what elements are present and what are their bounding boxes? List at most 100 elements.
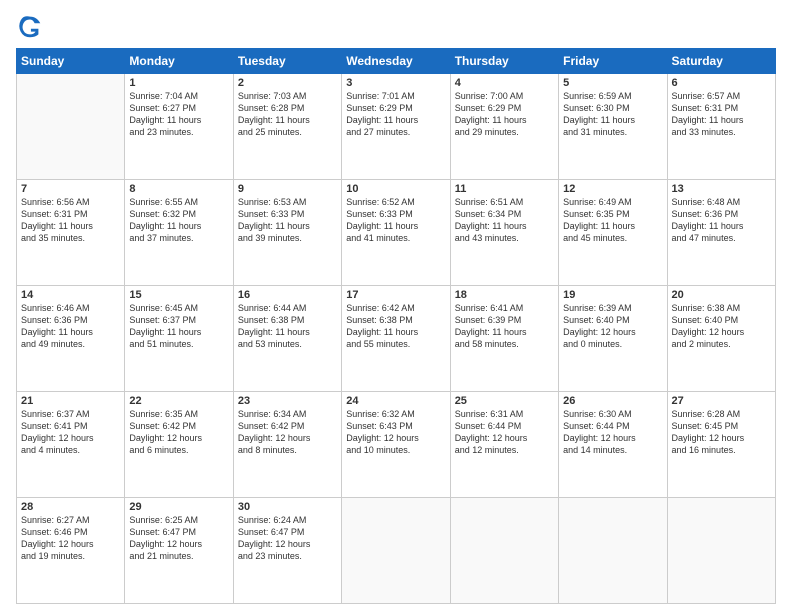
day-number: 5 xyxy=(563,77,662,89)
header xyxy=(16,12,776,40)
day-number: 25 xyxy=(455,395,554,407)
calendar-body: 1Sunrise: 7:04 AM Sunset: 6:27 PM Daylig… xyxy=(17,74,776,604)
day-number: 30 xyxy=(238,501,337,513)
calendar-cell: 21Sunrise: 6:37 AM Sunset: 6:41 PM Dayli… xyxy=(17,392,125,498)
calendar-cell: 19Sunrise: 6:39 AM Sunset: 6:40 PM Dayli… xyxy=(559,286,667,392)
day-info: Sunrise: 6:51 AM Sunset: 6:34 PM Dayligh… xyxy=(455,196,554,245)
day-number: 28 xyxy=(21,501,120,513)
calendar-cell: 25Sunrise: 6:31 AM Sunset: 6:44 PM Dayli… xyxy=(450,392,558,498)
day-number: 12 xyxy=(563,183,662,195)
calendar-cell: 18Sunrise: 6:41 AM Sunset: 6:39 PM Dayli… xyxy=(450,286,558,392)
day-number: 21 xyxy=(21,395,120,407)
calendar-cell: 5Sunrise: 6:59 AM Sunset: 6:30 PM Daylig… xyxy=(559,74,667,180)
logo-icon xyxy=(16,12,44,40)
day-info: Sunrise: 6:27 AM Sunset: 6:46 PM Dayligh… xyxy=(21,514,120,563)
day-info: Sunrise: 6:49 AM Sunset: 6:35 PM Dayligh… xyxy=(563,196,662,245)
day-info: Sunrise: 6:42 AM Sunset: 6:38 PM Dayligh… xyxy=(346,302,445,351)
day-number: 20 xyxy=(672,289,771,301)
header-day-saturday: Saturday xyxy=(667,49,775,74)
day-info: Sunrise: 6:57 AM Sunset: 6:31 PM Dayligh… xyxy=(672,90,771,139)
calendar-cell: 12Sunrise: 6:49 AM Sunset: 6:35 PM Dayli… xyxy=(559,180,667,286)
day-number: 23 xyxy=(238,395,337,407)
header-row: SundayMondayTuesdayWednesdayThursdayFrid… xyxy=(17,49,776,74)
day-number: 6 xyxy=(672,77,771,89)
day-info: Sunrise: 6:30 AM Sunset: 6:44 PM Dayligh… xyxy=(563,408,662,457)
calendar-cell: 30Sunrise: 6:24 AM Sunset: 6:47 PM Dayli… xyxy=(233,498,341,604)
calendar-cell: 24Sunrise: 6:32 AM Sunset: 6:43 PM Dayli… xyxy=(342,392,450,498)
calendar-cell: 1Sunrise: 7:04 AM Sunset: 6:27 PM Daylig… xyxy=(125,74,233,180)
calendar-cell xyxy=(450,498,558,604)
day-number: 18 xyxy=(455,289,554,301)
calendar-cell: 3Sunrise: 7:01 AM Sunset: 6:29 PM Daylig… xyxy=(342,74,450,180)
calendar-cell: 10Sunrise: 6:52 AM Sunset: 6:33 PM Dayli… xyxy=(342,180,450,286)
calendar-cell: 14Sunrise: 6:46 AM Sunset: 6:36 PM Dayli… xyxy=(17,286,125,392)
logo xyxy=(16,12,48,40)
day-number: 7 xyxy=(21,183,120,195)
day-info: Sunrise: 6:48 AM Sunset: 6:36 PM Dayligh… xyxy=(672,196,771,245)
calendar-cell: 27Sunrise: 6:28 AM Sunset: 6:45 PM Dayli… xyxy=(667,392,775,498)
day-info: Sunrise: 6:38 AM Sunset: 6:40 PM Dayligh… xyxy=(672,302,771,351)
calendar-cell xyxy=(342,498,450,604)
day-info: Sunrise: 6:41 AM Sunset: 6:39 PM Dayligh… xyxy=(455,302,554,351)
day-info: Sunrise: 7:01 AM Sunset: 6:29 PM Dayligh… xyxy=(346,90,445,139)
calendar-cell: 13Sunrise: 6:48 AM Sunset: 6:36 PM Dayli… xyxy=(667,180,775,286)
day-number: 8 xyxy=(129,183,228,195)
week-row-2: 14Sunrise: 6:46 AM Sunset: 6:36 PM Dayli… xyxy=(17,286,776,392)
day-number: 16 xyxy=(238,289,337,301)
calendar-cell xyxy=(559,498,667,604)
day-number: 19 xyxy=(563,289,662,301)
calendar-cell: 23Sunrise: 6:34 AM Sunset: 6:42 PM Dayli… xyxy=(233,392,341,498)
day-number: 1 xyxy=(129,77,228,89)
day-info: Sunrise: 6:37 AM Sunset: 6:41 PM Dayligh… xyxy=(21,408,120,457)
day-number: 27 xyxy=(672,395,771,407)
day-info: Sunrise: 7:03 AM Sunset: 6:28 PM Dayligh… xyxy=(238,90,337,139)
week-row-0: 1Sunrise: 7:04 AM Sunset: 6:27 PM Daylig… xyxy=(17,74,776,180)
calendar-cell: 15Sunrise: 6:45 AM Sunset: 6:37 PM Dayli… xyxy=(125,286,233,392)
day-info: Sunrise: 6:52 AM Sunset: 6:33 PM Dayligh… xyxy=(346,196,445,245)
calendar-cell: 8Sunrise: 6:55 AM Sunset: 6:32 PM Daylig… xyxy=(125,180,233,286)
day-number: 9 xyxy=(238,183,337,195)
header-day-monday: Monday xyxy=(125,49,233,74)
day-info: Sunrise: 6:24 AM Sunset: 6:47 PM Dayligh… xyxy=(238,514,337,563)
day-info: Sunrise: 6:45 AM Sunset: 6:37 PM Dayligh… xyxy=(129,302,228,351)
day-info: Sunrise: 6:28 AM Sunset: 6:45 PM Dayligh… xyxy=(672,408,771,457)
week-row-4: 28Sunrise: 6:27 AM Sunset: 6:46 PM Dayli… xyxy=(17,498,776,604)
calendar-cell: 22Sunrise: 6:35 AM Sunset: 6:42 PM Dayli… xyxy=(125,392,233,498)
day-info: Sunrise: 6:25 AM Sunset: 6:47 PM Dayligh… xyxy=(129,514,228,563)
calendar-cell: 4Sunrise: 7:00 AM Sunset: 6:29 PM Daylig… xyxy=(450,74,558,180)
day-info: Sunrise: 6:55 AM Sunset: 6:32 PM Dayligh… xyxy=(129,196,228,245)
header-day-wednesday: Wednesday xyxy=(342,49,450,74)
week-row-1: 7Sunrise: 6:56 AM Sunset: 6:31 PM Daylig… xyxy=(17,180,776,286)
header-day-friday: Friday xyxy=(559,49,667,74)
day-number: 13 xyxy=(672,183,771,195)
calendar-cell: 28Sunrise: 6:27 AM Sunset: 6:46 PM Dayli… xyxy=(17,498,125,604)
day-info: Sunrise: 7:04 AM Sunset: 6:27 PM Dayligh… xyxy=(129,90,228,139)
calendar-cell: 29Sunrise: 6:25 AM Sunset: 6:47 PM Dayli… xyxy=(125,498,233,604)
day-number: 15 xyxy=(129,289,228,301)
day-number: 29 xyxy=(129,501,228,513)
day-info: Sunrise: 6:53 AM Sunset: 6:33 PM Dayligh… xyxy=(238,196,337,245)
header-day-tuesday: Tuesday xyxy=(233,49,341,74)
calendar-cell xyxy=(17,74,125,180)
day-number: 4 xyxy=(455,77,554,89)
header-day-thursday: Thursday xyxy=(450,49,558,74)
day-info: Sunrise: 7:00 AM Sunset: 6:29 PM Dayligh… xyxy=(455,90,554,139)
calendar-cell: 7Sunrise: 6:56 AM Sunset: 6:31 PM Daylig… xyxy=(17,180,125,286)
calendar-cell: 16Sunrise: 6:44 AM Sunset: 6:38 PM Dayli… xyxy=(233,286,341,392)
day-number: 22 xyxy=(129,395,228,407)
calendar-cell: 9Sunrise: 6:53 AM Sunset: 6:33 PM Daylig… xyxy=(233,180,341,286)
day-info: Sunrise: 6:44 AM Sunset: 6:38 PM Dayligh… xyxy=(238,302,337,351)
calendar-cell xyxy=(667,498,775,604)
day-number: 17 xyxy=(346,289,445,301)
week-row-3: 21Sunrise: 6:37 AM Sunset: 6:41 PM Dayli… xyxy=(17,392,776,498)
day-info: Sunrise: 6:31 AM Sunset: 6:44 PM Dayligh… xyxy=(455,408,554,457)
calendar-cell: 11Sunrise: 6:51 AM Sunset: 6:34 PM Dayli… xyxy=(450,180,558,286)
day-info: Sunrise: 6:32 AM Sunset: 6:43 PM Dayligh… xyxy=(346,408,445,457)
day-number: 10 xyxy=(346,183,445,195)
day-number: 14 xyxy=(21,289,120,301)
day-info: Sunrise: 6:34 AM Sunset: 6:42 PM Dayligh… xyxy=(238,408,337,457)
day-number: 24 xyxy=(346,395,445,407)
day-number: 11 xyxy=(455,183,554,195)
calendar-cell: 2Sunrise: 7:03 AM Sunset: 6:28 PM Daylig… xyxy=(233,74,341,180)
calendar-cell: 6Sunrise: 6:57 AM Sunset: 6:31 PM Daylig… xyxy=(667,74,775,180)
